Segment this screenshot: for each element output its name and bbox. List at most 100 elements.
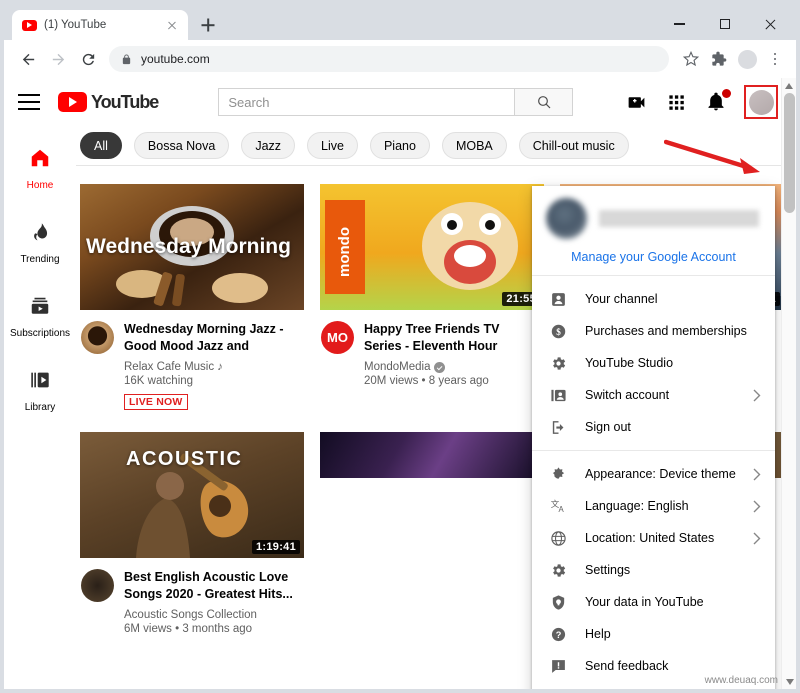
minimize-button[interactable]: [657, 8, 702, 40]
close-button[interactable]: [747, 8, 792, 40]
menu-item-help[interactable]: ? Help: [532, 618, 775, 650]
video-thumbnail[interactable]: mondo 21:55: [320, 184, 544, 310]
chip-chill-out-music[interactable]: Chill-out music: [518, 132, 629, 159]
menu-item-label: Your data in YouTube: [585, 595, 704, 609]
menu-item-sign-out[interactable]: Sign out: [532, 411, 775, 443]
menu-item-location[interactable]: Location: United States: [532, 522, 775, 554]
maximize-button[interactable]: [702, 8, 747, 40]
account-header: Manage your Google Account: [532, 186, 775, 275]
video-thumbnail[interactable]: [320, 432, 544, 478]
chip-live[interactable]: Live: [307, 132, 358, 159]
sidebar-item-home[interactable]: Home: [4, 132, 76, 206]
bell-icon[interactable]: [704, 89, 731, 114]
manage-google-account-link[interactable]: Manage your Google Account: [546, 239, 761, 264]
youtube-play-icon: [58, 92, 87, 112]
youtube-logo-text: YouTube: [91, 91, 159, 112]
new-tab-button[interactable]: [194, 11, 222, 39]
chip-bossa-nova[interactable]: Bossa Nova: [133, 132, 230, 159]
home-icon: [29, 147, 51, 174]
puzzle-icon[interactable]: [706, 46, 732, 72]
browser-tab[interactable]: (1) YouTube: [12, 10, 188, 40]
chip-moba[interactable]: MOBA: [441, 132, 507, 159]
back-arrow-icon[interactable]: [14, 45, 42, 73]
video-thumbnail[interactable]: Wednesday Morning: [80, 184, 304, 310]
channel-name: MondoMedia: [364, 361, 431, 373]
channel-avatar[interactable]: [81, 321, 114, 354]
forward-arrow-icon[interactable]: [44, 45, 72, 73]
menu-item-switch-account[interactable]: Switch account: [532, 379, 775, 411]
video-title[interactable]: Best English Acoustic Love Songs 2020 - …: [124, 569, 300, 603]
reload-icon[interactable]: [74, 45, 102, 73]
video-thumbnail[interactable]: ACOUSTIC 1:19:41: [80, 432, 304, 558]
chevron-right-icon: [753, 389, 761, 401]
video-channel[interactable]: MondoMedia: [364, 361, 540, 373]
apps-grid-icon[interactable]: [664, 90, 688, 114]
sidebar-item-label: Library: [24, 402, 56, 413]
account-avatar[interactable]: [744, 85, 778, 119]
address-bar[interactable]: youtube.com: [109, 46, 669, 72]
menu-item-youtube-studio[interactable]: YouTube Studio: [532, 347, 775, 379]
sidebar-item-label: Trending: [20, 253, 60, 265]
channel-name: Acoustic Songs Collection: [124, 609, 257, 621]
person-icon: [548, 289, 569, 310]
filter-chips: All Bossa Nova Jazz Live Piano MOBA Chil…: [76, 126, 796, 166]
browser-window: (1) YouTube youtube.com YouTube Search H…: [0, 0, 800, 693]
scrollbar-thumb[interactable]: [784, 93, 795, 213]
sidebar-item-trending[interactable]: Trending: [4, 206, 76, 280]
menu-item-label: Appearance: Device theme: [585, 467, 736, 481]
video-stats: 16K watching: [124, 375, 194, 387]
video-title[interactable]: Happy Tree Friends TV Series - Eleventh …: [364, 321, 540, 355]
menu-item-label: Sign out: [585, 420, 631, 434]
search-input[interactable]: Search: [218, 88, 516, 116]
video-card[interactable]: ACOUSTIC 1:19:41 Best English Acoustic L…: [80, 432, 304, 635]
video-card[interactable]: mondo 21:55 MO Happy Tree Friends TV Ser…: [320, 184, 544, 410]
scroll-up-arrow[interactable]: [782, 78, 796, 93]
chip-jazz[interactable]: Jazz: [241, 132, 296, 159]
account-identity: [546, 198, 761, 239]
channel-name: Relax Cafe Music ♪: [124, 361, 224, 373]
search-button[interactable]: [515, 88, 574, 116]
menu-item-your-channel[interactable]: Your channel: [532, 283, 775, 315]
video-card[interactable]: [320, 432, 544, 635]
menu-item-language[interactable]: 文A Language: English: [532, 490, 775, 522]
profile-avatar[interactable]: [734, 46, 760, 72]
channel-avatar[interactable]: MO: [321, 321, 354, 354]
video-channel[interactable]: Acoustic Songs Collection: [124, 609, 300, 621]
page-viewport: YouTube Search Home Trending Subscriptio…: [4, 78, 796, 689]
sidebar: Home Trending Subscriptions Library: [4, 126, 76, 689]
library-icon: [29, 369, 51, 396]
star-icon[interactable]: [678, 46, 704, 72]
search-placeholder: Search: [228, 94, 270, 110]
video-camera-icon[interactable]: [624, 90, 648, 114]
globe-icon: [548, 528, 569, 549]
channel-avatar[interactable]: [81, 569, 114, 602]
account-picture: [546, 198, 587, 239]
menu-item-settings[interactable]: Settings: [532, 554, 775, 586]
chip-piano[interactable]: Piano: [369, 132, 430, 159]
page-scrollbar[interactable]: [781, 78, 796, 689]
help-icon: ?: [548, 624, 569, 645]
close-icon[interactable]: [164, 17, 180, 33]
menu-item-appearance[interactable]: Appearance: Device theme: [532, 458, 775, 490]
video-stats: 6M views • 3 months ago: [124, 623, 253, 635]
sidebar-item-subscriptions[interactable]: Subscriptions: [4, 280, 76, 354]
video-title[interactable]: Wednesday Morning Jazz - Good Mood Jazz …: [124, 321, 300, 355]
three-dot-menu-icon[interactable]: [762, 46, 788, 72]
chevron-right-icon: [753, 532, 761, 544]
scroll-down-arrow[interactable]: [782, 674, 796, 689]
hamburger-icon[interactable]: [18, 94, 40, 110]
video-card[interactable]: Wednesday Morning Wednesday Morning Jazz…: [80, 184, 304, 410]
menu-item-your-data-in-youtube[interactable]: Your data in YouTube: [532, 586, 775, 618]
live-badge: LIVE NOW: [124, 394, 188, 410]
chip-all[interactable]: All: [80, 132, 122, 159]
youtube-header: YouTube Search: [4, 78, 796, 126]
video-channel[interactable]: Relax Cafe Music ♪: [124, 361, 300, 373]
thumbnail-overlay-text: ACOUSTIC: [126, 448, 243, 470]
menu-item-purchases-and-memberships[interactable]: $ Purchases and memberships: [532, 315, 775, 347]
gear-icon: [548, 353, 569, 374]
menu-item-label: Send feedback: [585, 659, 669, 673]
sidebar-item-library[interactable]: Library: [4, 354, 76, 428]
youtube-logo[interactable]: YouTube: [58, 91, 159, 113]
brightness-icon: [548, 464, 569, 485]
browser-toolbar: youtube.com: [4, 40, 796, 78]
